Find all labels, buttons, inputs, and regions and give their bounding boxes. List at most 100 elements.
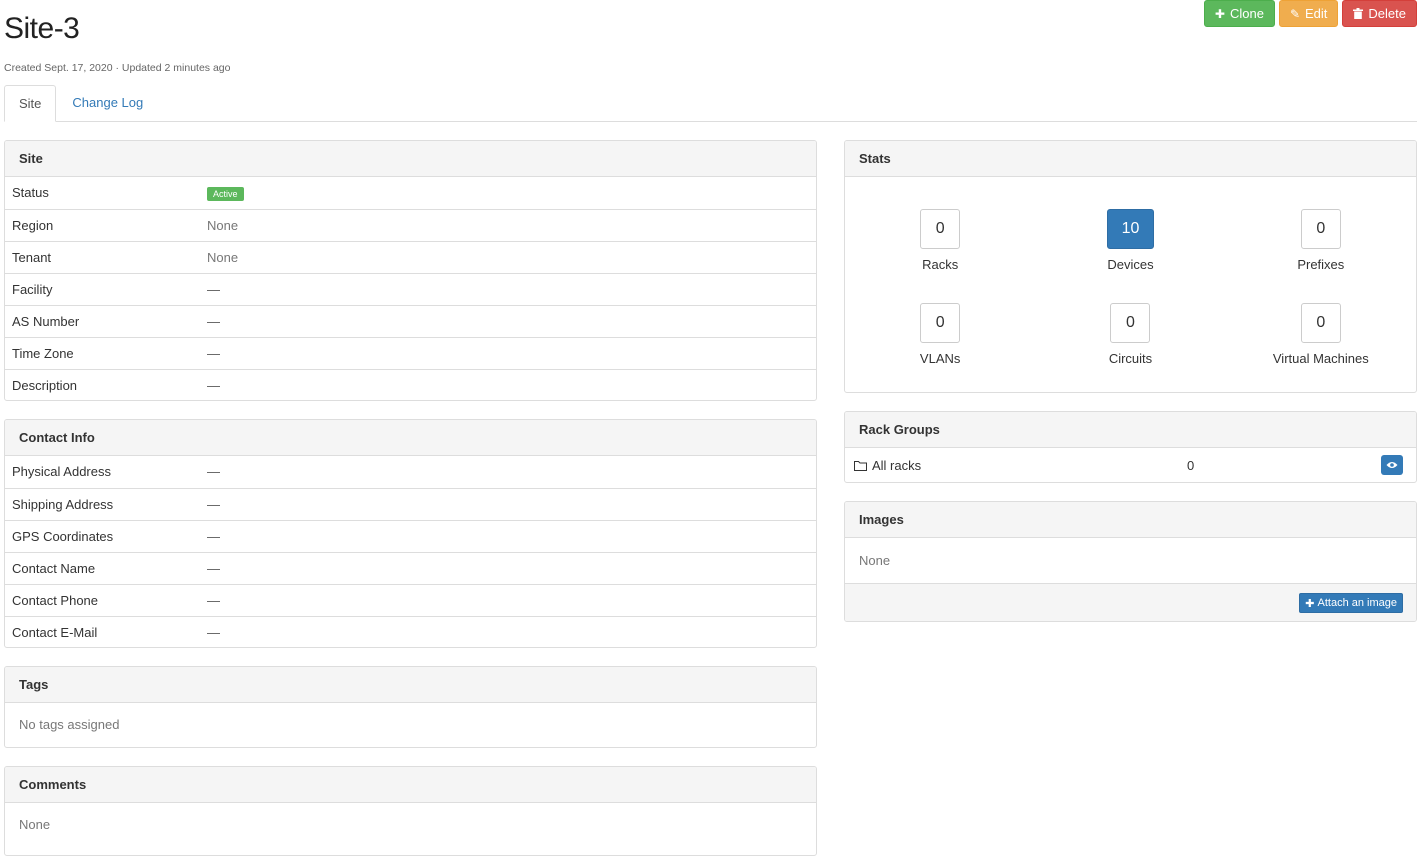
stat-label: VLANs (919, 351, 961, 366)
table-row: Contact Name — (5, 552, 816, 584)
stat-circuits[interactable]: 0 Circuits (1035, 303, 1225, 392)
stat-label: Racks (922, 257, 959, 272)
row-label: Time Zone (12, 346, 74, 361)
comments-heading: Comments (5, 767, 816, 803)
table-row: AS Number — (5, 305, 816, 337)
table-row: Region None (5, 209, 816, 241)
row-value: None (207, 250, 239, 265)
page-title: Site-3 (4, 12, 80, 45)
site-attributes-table: Status Active Region None Tenant None Fa… (5, 177, 816, 400)
stat-count[interactable]: 10 (1106, 209, 1155, 249)
status-badge: Active (207, 186, 244, 201)
eye-icon (1386, 462, 1398, 468)
row-label: Status (12, 185, 49, 200)
view-racks-button[interactable] (1381, 455, 1403, 475)
table-row: GPS Coordinates — (5, 520, 816, 552)
comments-panel: Comments None (4, 766, 817, 856)
stat-count[interactable]: 0 (1300, 209, 1341, 249)
stats-grid: 0 Racks 10 Devices 0 Prefixes 0 VLANs 0 … (845, 177, 1416, 392)
attach-image-button[interactable]: ✚ Attach an image (1299, 593, 1403, 613)
contact-info-panel: Contact Info Physical Address — Shipping… (4, 419, 817, 648)
row-value: — (207, 497, 220, 512)
table-row: Contact E-Mail — (5, 616, 816, 647)
tab-site[interactable]: Site (4, 85, 57, 122)
row-value: — (207, 561, 220, 576)
action-buttons: ✚ Clone ✎ Edit Delete (1203, 0, 1417, 27)
stat-label: Prefixes (1297, 257, 1345, 272)
table-row: All racks 0 (845, 448, 1416, 482)
row-label: Tenant (12, 250, 52, 265)
page-meta: Created Sept. 17, 2020 · Updated 2 minut… (4, 62, 231, 74)
delete-label: Delete (1368, 6, 1406, 21)
table-row: Facility — (5, 273, 816, 305)
images-heading: Images (845, 502, 1416, 538)
table-row: Physical Address — (5, 456, 816, 488)
edit-label: Edit (1305, 6, 1328, 21)
stat-label: Circuits (1108, 351, 1153, 366)
tags-panel: Tags No tags assigned (4, 666, 817, 748)
images-empty-text: None (859, 553, 891, 568)
stats-panel: Stats 0 Racks 10 Devices 0 Prefixes 0 VL… (844, 140, 1417, 393)
row-label: AS Number (12, 314, 80, 329)
plus-icon: ✚ (1305, 597, 1315, 610)
stats-heading: Stats (845, 141, 1416, 177)
rack-groups-heading: Rack Groups (845, 412, 1416, 448)
table-row: Shipping Address — (5, 488, 816, 520)
stat-count[interactable]: 0 (920, 303, 961, 343)
row-value: None (207, 218, 239, 233)
table-row: Tenant None (5, 241, 816, 273)
images-footer: ✚ Attach an image (845, 583, 1416, 621)
row-value: — (207, 625, 220, 640)
rack-group-count: 0 (1187, 457, 1195, 473)
row-label: Physical Address (12, 464, 111, 479)
attach-image-label: Attach an image (1317, 597, 1398, 609)
row-label: Facility (12, 282, 53, 297)
tab-change-log[interactable]: Change Log (58, 85, 157, 122)
table-row: Status Active (5, 177, 816, 209)
clone-button[interactable]: ✚ Clone (1203, 0, 1275, 27)
contact-info-heading: Contact Info (5, 420, 816, 456)
row-label: Contact E-Mail (12, 625, 98, 640)
pencil-icon: ✎ (1289, 6, 1301, 21)
edit-button[interactable]: ✎ Edit (1278, 0, 1339, 27)
stat-count[interactable]: 0 (920, 209, 961, 249)
folder-icon (854, 460, 867, 471)
row-value: — (207, 346, 220, 361)
row-label: Shipping Address (12, 497, 114, 512)
stat-label: Virtual Machines (1272, 351, 1369, 366)
stat-label: Devices (1107, 257, 1154, 272)
table-row: Description — (5, 369, 816, 400)
row-label: Contact Name (12, 561, 96, 576)
rack-group-link[interactable]: All racks (872, 458, 921, 473)
trash-icon (1353, 8, 1364, 19)
site-panel: Site Status Active Region None Tenant No… (4, 140, 817, 401)
row-value: — (207, 378, 220, 393)
stat-count[interactable]: 0 (1300, 303, 1341, 343)
row-value: — (207, 464, 220, 479)
images-panel: Images None ✚ Attach an image (844, 501, 1417, 622)
site-panel-heading: Site (5, 141, 816, 177)
stat-count[interactable]: 0 (1110, 303, 1151, 343)
row-value: — (207, 529, 220, 544)
clone-label: Clone (1229, 6, 1264, 21)
row-label: Description (12, 378, 78, 393)
plus-icon: ✚ (1214, 6, 1225, 21)
row-label: GPS Coordinates (12, 529, 114, 544)
row-label: Region (12, 218, 54, 233)
contact-info-table: Physical Address — Shipping Address — GP… (5, 456, 816, 647)
row-label: Contact Phone (12, 593, 99, 608)
tab-bar: Site Change Log (4, 85, 1417, 122)
stat-virtual-machines[interactable]: 0 Virtual Machines (1226, 303, 1416, 392)
stat-vlans[interactable]: 0 VLANs (845, 303, 1035, 392)
row-value: — (207, 593, 220, 608)
table-row: Time Zone — (5, 337, 816, 369)
tags-empty-text: No tags assigned (19, 717, 120, 732)
stat-devices[interactable]: 10 Devices (1035, 209, 1225, 303)
tags-heading: Tags (5, 667, 816, 703)
stat-racks[interactable]: 0 Racks (845, 209, 1035, 303)
table-row: Contact Phone — (5, 584, 816, 616)
comments-text: None (19, 817, 51, 832)
delete-button[interactable]: Delete (1342, 0, 1417, 27)
stat-prefixes[interactable]: 0 Prefixes (1226, 209, 1416, 303)
row-value: — (207, 282, 220, 297)
